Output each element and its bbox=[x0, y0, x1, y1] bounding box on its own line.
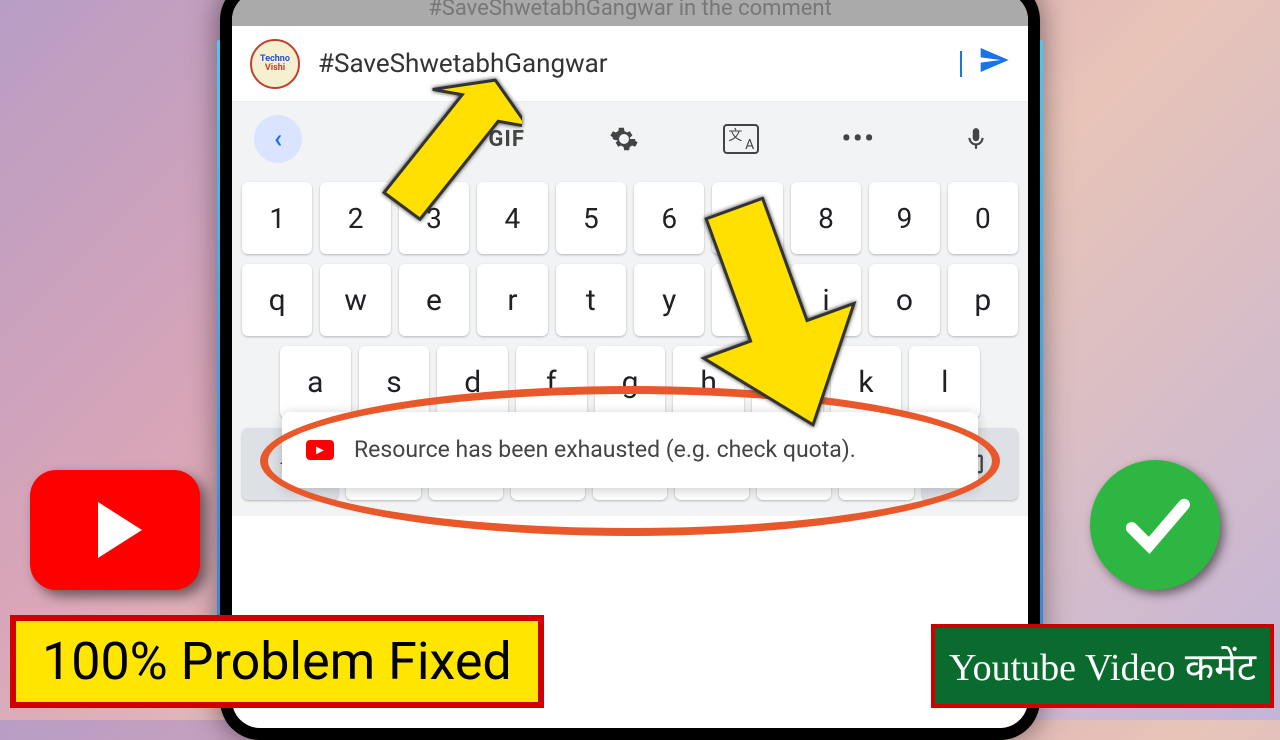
key-0[interactable]: 0 bbox=[948, 182, 1018, 254]
key-2[interactable]: 2 bbox=[320, 182, 390, 254]
checkmark-badge bbox=[1090, 460, 1220, 590]
youtube-logo-badge bbox=[30, 470, 200, 590]
error-toast: ▶ Resource has been exhausted (e.g. chec… bbox=[282, 412, 978, 488]
settings-icon[interactable] bbox=[594, 115, 654, 163]
key-d[interactable]: d bbox=[437, 346, 508, 418]
key-g[interactable]: g bbox=[595, 346, 666, 418]
key-9[interactable]: 9 bbox=[869, 182, 939, 254]
keyboard-row-asdf: a s d f g h j k l bbox=[238, 346, 1022, 418]
gif-button[interactable]: GIF bbox=[477, 115, 537, 163]
key-p[interactable]: p bbox=[948, 264, 1018, 336]
key-3[interactable]: 3 bbox=[399, 182, 469, 254]
comment-input-row: Techno Vishi #SaveShwetabhGangwar bbox=[232, 26, 1028, 102]
top-banner: #SaveShwetabhGangwar in the comment bbox=[232, 0, 1028, 26]
key-i[interactable]: i bbox=[791, 264, 861, 336]
keyboard-row-qwerty: q w e r t y u i o p bbox=[238, 264, 1022, 336]
send-button[interactable] bbox=[978, 44, 1010, 84]
key-f[interactable]: f bbox=[516, 346, 587, 418]
play-icon bbox=[98, 502, 142, 558]
key-5[interactable]: 5 bbox=[556, 182, 626, 254]
more-button[interactable]: ••• bbox=[829, 115, 889, 163]
key-h[interactable]: h bbox=[673, 346, 744, 418]
key-4[interactable]: 4 bbox=[477, 182, 547, 254]
avatar-line2: Vishi bbox=[265, 64, 285, 73]
avatar[interactable]: Techno Vishi bbox=[250, 39, 300, 89]
key-7[interactable]: 7 bbox=[712, 182, 782, 254]
key-l[interactable]: l bbox=[909, 346, 980, 418]
key-t[interactable]: t bbox=[556, 264, 626, 336]
mic-icon[interactable] bbox=[946, 115, 1006, 163]
key-y[interactable]: y bbox=[634, 264, 704, 336]
key-r[interactable]: r bbox=[477, 264, 547, 336]
key-s[interactable]: s bbox=[359, 346, 430, 418]
keyboard-row-numbers: 1 2 3 4 5 6 7 8 9 0 bbox=[238, 182, 1022, 254]
key-e[interactable]: e bbox=[399, 264, 469, 336]
banner-youtube-comment: Youtube Video कमेंट bbox=[931, 624, 1274, 708]
translate-icon[interactable] bbox=[711, 115, 771, 163]
key-q[interactable]: q bbox=[242, 264, 312, 336]
key-8[interactable]: 8 bbox=[791, 182, 861, 254]
error-message: Resource has been exhausted (e.g. check … bbox=[354, 434, 856, 466]
key-a[interactable]: a bbox=[280, 346, 351, 418]
key-j[interactable]: j bbox=[752, 346, 823, 418]
key-k[interactable]: k bbox=[831, 346, 902, 418]
youtube-mini-icon: ▶ bbox=[306, 440, 334, 460]
key-u[interactable]: u bbox=[712, 264, 782, 336]
key-w[interactable]: w bbox=[320, 264, 390, 336]
back-button[interactable]: ‹ bbox=[254, 115, 302, 163]
keyboard-toolbar: ‹ ☺ GIF ••• bbox=[232, 102, 1028, 176]
key-o[interactable]: o bbox=[869, 264, 939, 336]
banner-problem-fixed: 100% Problem Fixed bbox=[10, 615, 544, 708]
key-1[interactable]: 1 bbox=[242, 182, 312, 254]
comment-input[interactable]: #SaveShwetabhGangwar bbox=[318, 49, 960, 79]
key-6[interactable]: 6 bbox=[634, 182, 704, 254]
